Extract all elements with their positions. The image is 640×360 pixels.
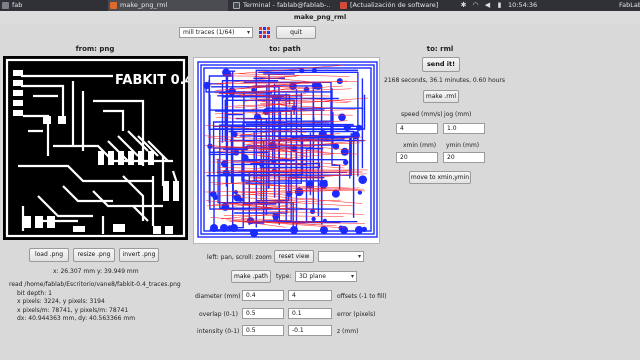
pcb-traces-image: FABKIT 0.4 (3, 56, 194, 240)
quit-button[interactable]: quit (276, 26, 316, 39)
speed-label: speed (mm/s) (401, 111, 443, 118)
mode-select[interactable]: mill traces (1/64) ▾ (179, 27, 253, 38)
taskbar-app-software-update[interactable]: [Actualización de software] (338, 0, 448, 11)
move-to-xmin-ymin-button[interactable]: move to xmin,ymin (409, 171, 471, 184)
path-preview[interactable] (193, 57, 380, 244)
error-field[interactable]: 0.1 (288, 308, 332, 319)
job-time: 2168 seconds, 36.1 minutes, 0.60 hours (384, 77, 506, 84)
make-rml-button[interactable]: make .rml (423, 90, 459, 103)
load-png-button[interactable]: load .png (29, 248, 69, 262)
pixels-per-m: x pixels/m: 78741, y pixels/m: 78741 (17, 307, 129, 314)
view-select[interactable]: ▾ (318, 251, 364, 262)
clock: 10:54:36 (508, 1, 538, 9)
folder-icon (2, 2, 9, 9)
z-label: z (mm) (337, 328, 359, 335)
cursor-coords: x: 26.307 mm y: 39.949 mm (53, 268, 139, 275)
error-label: error (pixels) (337, 311, 376, 318)
pixel-size: x pixels: 3224, y pixels: 3194 (17, 298, 105, 305)
ymin-label: ymin (mm) (446, 142, 480, 149)
xmin-field[interactable]: 20 (396, 152, 438, 163)
send-it-button[interactable]: send it! (422, 57, 460, 72)
intensity-field[interactable]: 0.5 (242, 325, 284, 336)
intensity-label: intensity (0-1) (197, 328, 240, 335)
toolpath-canvas (197, 61, 378, 238)
wifi-icon[interactable]: ◠ (472, 2, 479, 9)
jog-field[interactable]: 1.0 (443, 123, 485, 134)
speed-field[interactable]: 4 (396, 123, 438, 134)
ymin-field[interactable]: 20 (443, 152, 485, 163)
user-name[interactable]: FabLab (619, 0, 640, 11)
type-select[interactable]: 3D plane ▾ (295, 271, 357, 282)
to-path-header: to: path (269, 45, 301, 53)
overlap-field[interactable]: 0.5 (242, 308, 284, 319)
window-title: make_png_rml (0, 11, 640, 24)
bluetooth-icon[interactable]: ✱ (460, 2, 467, 9)
overlap-label: overlap (0-1) (199, 311, 238, 318)
xmin-label: xmin (mm) (403, 142, 437, 149)
update-icon (340, 2, 347, 9)
bit-depth: bit depth: 1 (17, 290, 52, 297)
diameter-field[interactable]: 0.4 (242, 290, 284, 301)
offsets-label: offsets (-1 to fill) (337, 293, 387, 300)
color-grid-icon[interactable] (259, 27, 270, 38)
diameter-label: diameter (mm) (195, 293, 241, 300)
chevron-down-icon: ▾ (246, 29, 250, 36)
taskbar-app-fab[interactable]: fab (0, 0, 58, 11)
chevron-down-icon: ▾ (350, 273, 354, 280)
taskbar-app-make-png-rml[interactable]: make_png_rml (108, 0, 228, 11)
chevron-down-icon: ▾ (357, 253, 361, 260)
nav-hint: left: pan, scroll: zoom (207, 254, 272, 261)
make-path-button[interactable]: make .path (231, 270, 271, 283)
taskbar: fab make_png_rml Terminal - fablab@fabla… (0, 0, 640, 11)
board-title: FABKIT 0.4 (115, 73, 188, 88)
reset-view-button[interactable]: reset view (274, 250, 314, 263)
file-path: read /home/fablab/Escritorio/vane8/fabki… (9, 281, 181, 288)
z-field[interactable]: -0.1 (288, 325, 332, 336)
type-label: type: (276, 273, 292, 280)
invert-png-button[interactable]: invert .png (119, 248, 159, 262)
resize-png-button[interactable]: resize .png (73, 248, 115, 262)
offsets-field[interactable]: 4 (288, 290, 332, 301)
to-rml-header: to: rml (426, 45, 454, 53)
from-png-header: from: png (75, 45, 115, 53)
taskbar-app-terminal[interactable]: Terminal - fablab@fablab-... (231, 0, 331, 11)
png-preview[interactable]: FABKIT 0.4 (3, 56, 194, 240)
dimensions: dx: 40.944363 mm, dy: 40.563366 mm (17, 315, 136, 322)
terminal-icon (233, 2, 240, 9)
jog-label: jog (mm) (444, 111, 472, 118)
battery-icon[interactable]: ▮ (496, 2, 503, 9)
volume-icon[interactable]: ◀ (484, 2, 491, 9)
app-icon (110, 2, 117, 9)
